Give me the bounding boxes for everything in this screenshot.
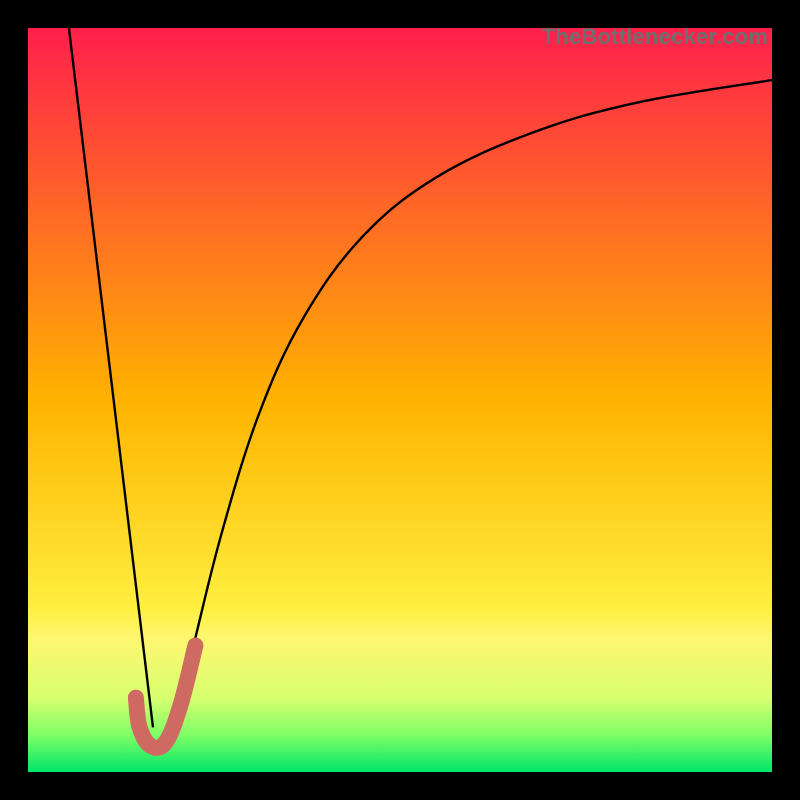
gradient-background: [28, 28, 772, 772]
plot-area: TheBottlenecker.com: [28, 28, 772, 772]
chart-svg: [28, 28, 772, 772]
chart-frame: TheBottlenecker.com: [0, 0, 800, 800]
